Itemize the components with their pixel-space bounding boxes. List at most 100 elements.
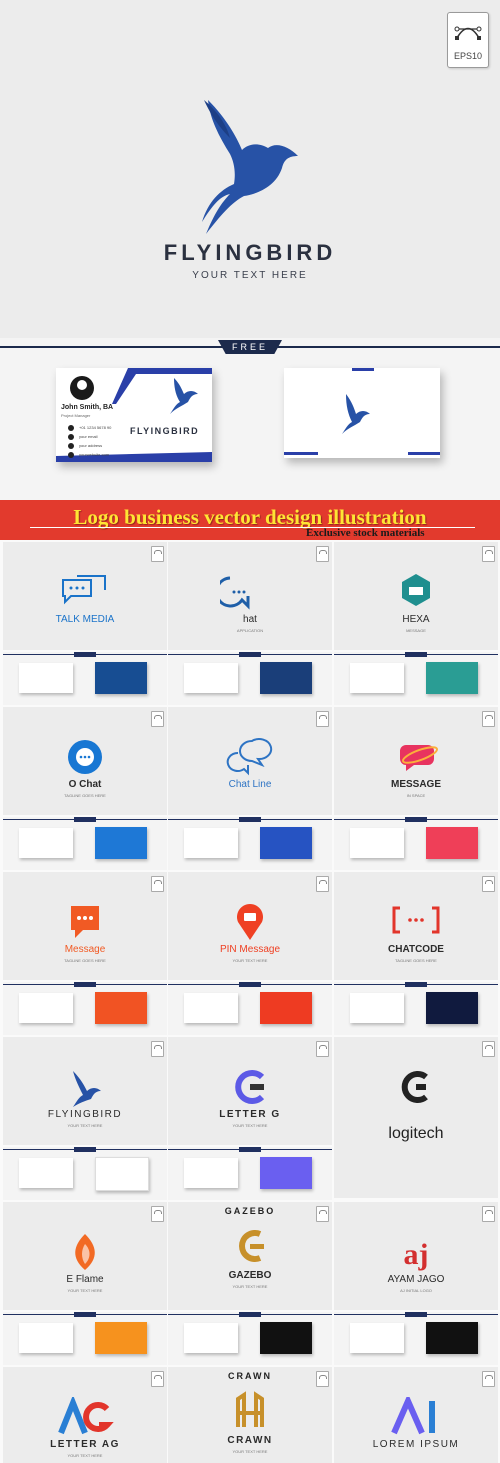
logo-mark-icon [237, 904, 263, 940]
logo-mark-icon [235, 1070, 265, 1104]
mini-card-front [19, 1323, 73, 1353]
free-label: FREE [218, 340, 282, 354]
mini-card-front [184, 1158, 238, 1188]
contact-row: +01 1234 5678 90 [68, 423, 111, 432]
logo-tagline: YOUR TEXT HERE [232, 1449, 268, 1454]
eps-mini-badge [482, 711, 495, 727]
logo-name: logitech [388, 1125, 444, 1142]
logo-tagline: YOUR TEXT HERE [232, 958, 268, 963]
logo-name: PIN Message [219, 944, 281, 955]
eps-label: EPS10 [453, 51, 483, 61]
eps-mini-badge [151, 711, 164, 727]
logo-name: AYAM JAGO [387, 1274, 445, 1285]
logo-mark-icon [400, 745, 439, 771]
logo-tagline: APPLICATION [236, 628, 264, 633]
business-card-front: John Smith, BA Project Manager +01 1234 … [56, 368, 212, 462]
logo-tagline: YOUR TEXT HERE [67, 1453, 103, 1458]
strip-free-tag [239, 982, 261, 987]
mini-card-back [260, 1322, 312, 1354]
eps-mini-badge [316, 1041, 329, 1057]
location-icon [68, 442, 74, 449]
mini-card-back [95, 1157, 149, 1191]
logo-name: CHATCODE [388, 944, 444, 955]
strip-free-tag [405, 982, 427, 987]
contact-row: your address [68, 441, 111, 450]
mini-card-back [426, 662, 478, 694]
logo-mark-icon [68, 740, 102, 774]
mini-card-back [260, 1157, 312, 1189]
eps-mini-badge [316, 546, 329, 562]
mini-card-front [184, 1323, 238, 1353]
logo-tagline: YOUR TEXT HERE [232, 1284, 268, 1289]
strip-free-tag [405, 1312, 427, 1317]
logo-mark-icon [226, 738, 273, 776]
logo-mark-icon [391, 1397, 435, 1435]
logo-name: FLYINGBIRD [47, 1109, 123, 1120]
card-back-decor [284, 368, 440, 455]
strip-free-tag [239, 652, 261, 657]
mini-card-front [19, 663, 73, 693]
eps-mini-badge [316, 876, 329, 892]
logo-name: TALK MEDIA [55, 614, 115, 625]
logo-name: CRAWN [227, 1435, 273, 1446]
logo-top-word: GAZEBO [224, 1206, 276, 1216]
logo-name: GAZEBO [228, 1270, 272, 1281]
logo-name: hat [243, 614, 257, 625]
eps-mini-badge [482, 1041, 495, 1057]
logo-mark-icon [75, 1234, 95, 1270]
logo-cell [334, 1037, 498, 1198]
eps-mini-badge [482, 876, 495, 892]
card-person-name: John Smith, BA [61, 404, 114, 411]
mini-card-front [350, 663, 404, 693]
eps-mini-badge [316, 711, 329, 727]
vector-pen-icon [454, 26, 482, 40]
hero-brand-title: FLYINGBIRD [163, 240, 337, 265]
phone-icon [68, 424, 74, 431]
mini-card-front [350, 1323, 404, 1353]
logo-tagline: TAGLINE GOES HERE [64, 793, 106, 798]
mini-card-back [426, 827, 478, 859]
mini-card-back [95, 662, 147, 694]
eps-mini-badge [151, 876, 164, 892]
logo-mark-icon [73, 1071, 101, 1107]
business-card-back [284, 368, 440, 458]
strip-free-tag [239, 817, 261, 822]
mini-card-back [260, 827, 312, 859]
logo-mark-icon [62, 575, 106, 605]
eps-mini-badge [151, 1371, 164, 1387]
logo-name: HEXA [402, 614, 430, 625]
mail-icon [68, 433, 74, 440]
logo-tagline: IN SPACE [406, 793, 426, 798]
hero-tagline: YOUR TEXT HERE [192, 270, 308, 281]
contact-row: yourwebsite.com [68, 450, 111, 459]
eps-mini-badge [482, 546, 495, 562]
logo-mark-icon [58, 1397, 114, 1435]
eps-badge: EPS10 [447, 12, 489, 68]
logo-name: E Flame [66, 1274, 104, 1285]
strip-free-tag [239, 1147, 261, 1152]
logo-mark-icon [239, 1230, 264, 1262]
mini-card-back [426, 1322, 478, 1354]
mini-card-back [260, 662, 312, 694]
logo-tagline: TAGLINE GOES HERE [64, 958, 106, 963]
contact-row: your email [68, 432, 111, 441]
logo-name: LETTER G [219, 1109, 281, 1120]
logo-mark-icon [220, 576, 250, 610]
logo-mark-icon [71, 906, 99, 938]
strip-free-tag [74, 817, 96, 822]
mini-card-back [426, 992, 478, 1024]
strip-free-tag [74, 1312, 96, 1317]
mini-card-front [19, 1158, 73, 1188]
eps-mini-badge [482, 1371, 495, 1387]
eps-mini-badge [482, 1206, 495, 1222]
logo-name: MESSAGE [390, 779, 441, 790]
logo-mark-icon [401, 1071, 428, 1103]
flying-bird-logo-icon [202, 100, 298, 234]
logo-name: Chat Line [228, 779, 272, 790]
logo-name: LOREM IPSUM [372, 1439, 460, 1450]
logo-name: LETTER AG [50, 1439, 120, 1450]
eps-mini-badge [151, 1041, 164, 1057]
mini-card-back [95, 992, 147, 1024]
strip-free-tag [239, 1312, 261, 1317]
strip-free-tag [405, 652, 427, 657]
